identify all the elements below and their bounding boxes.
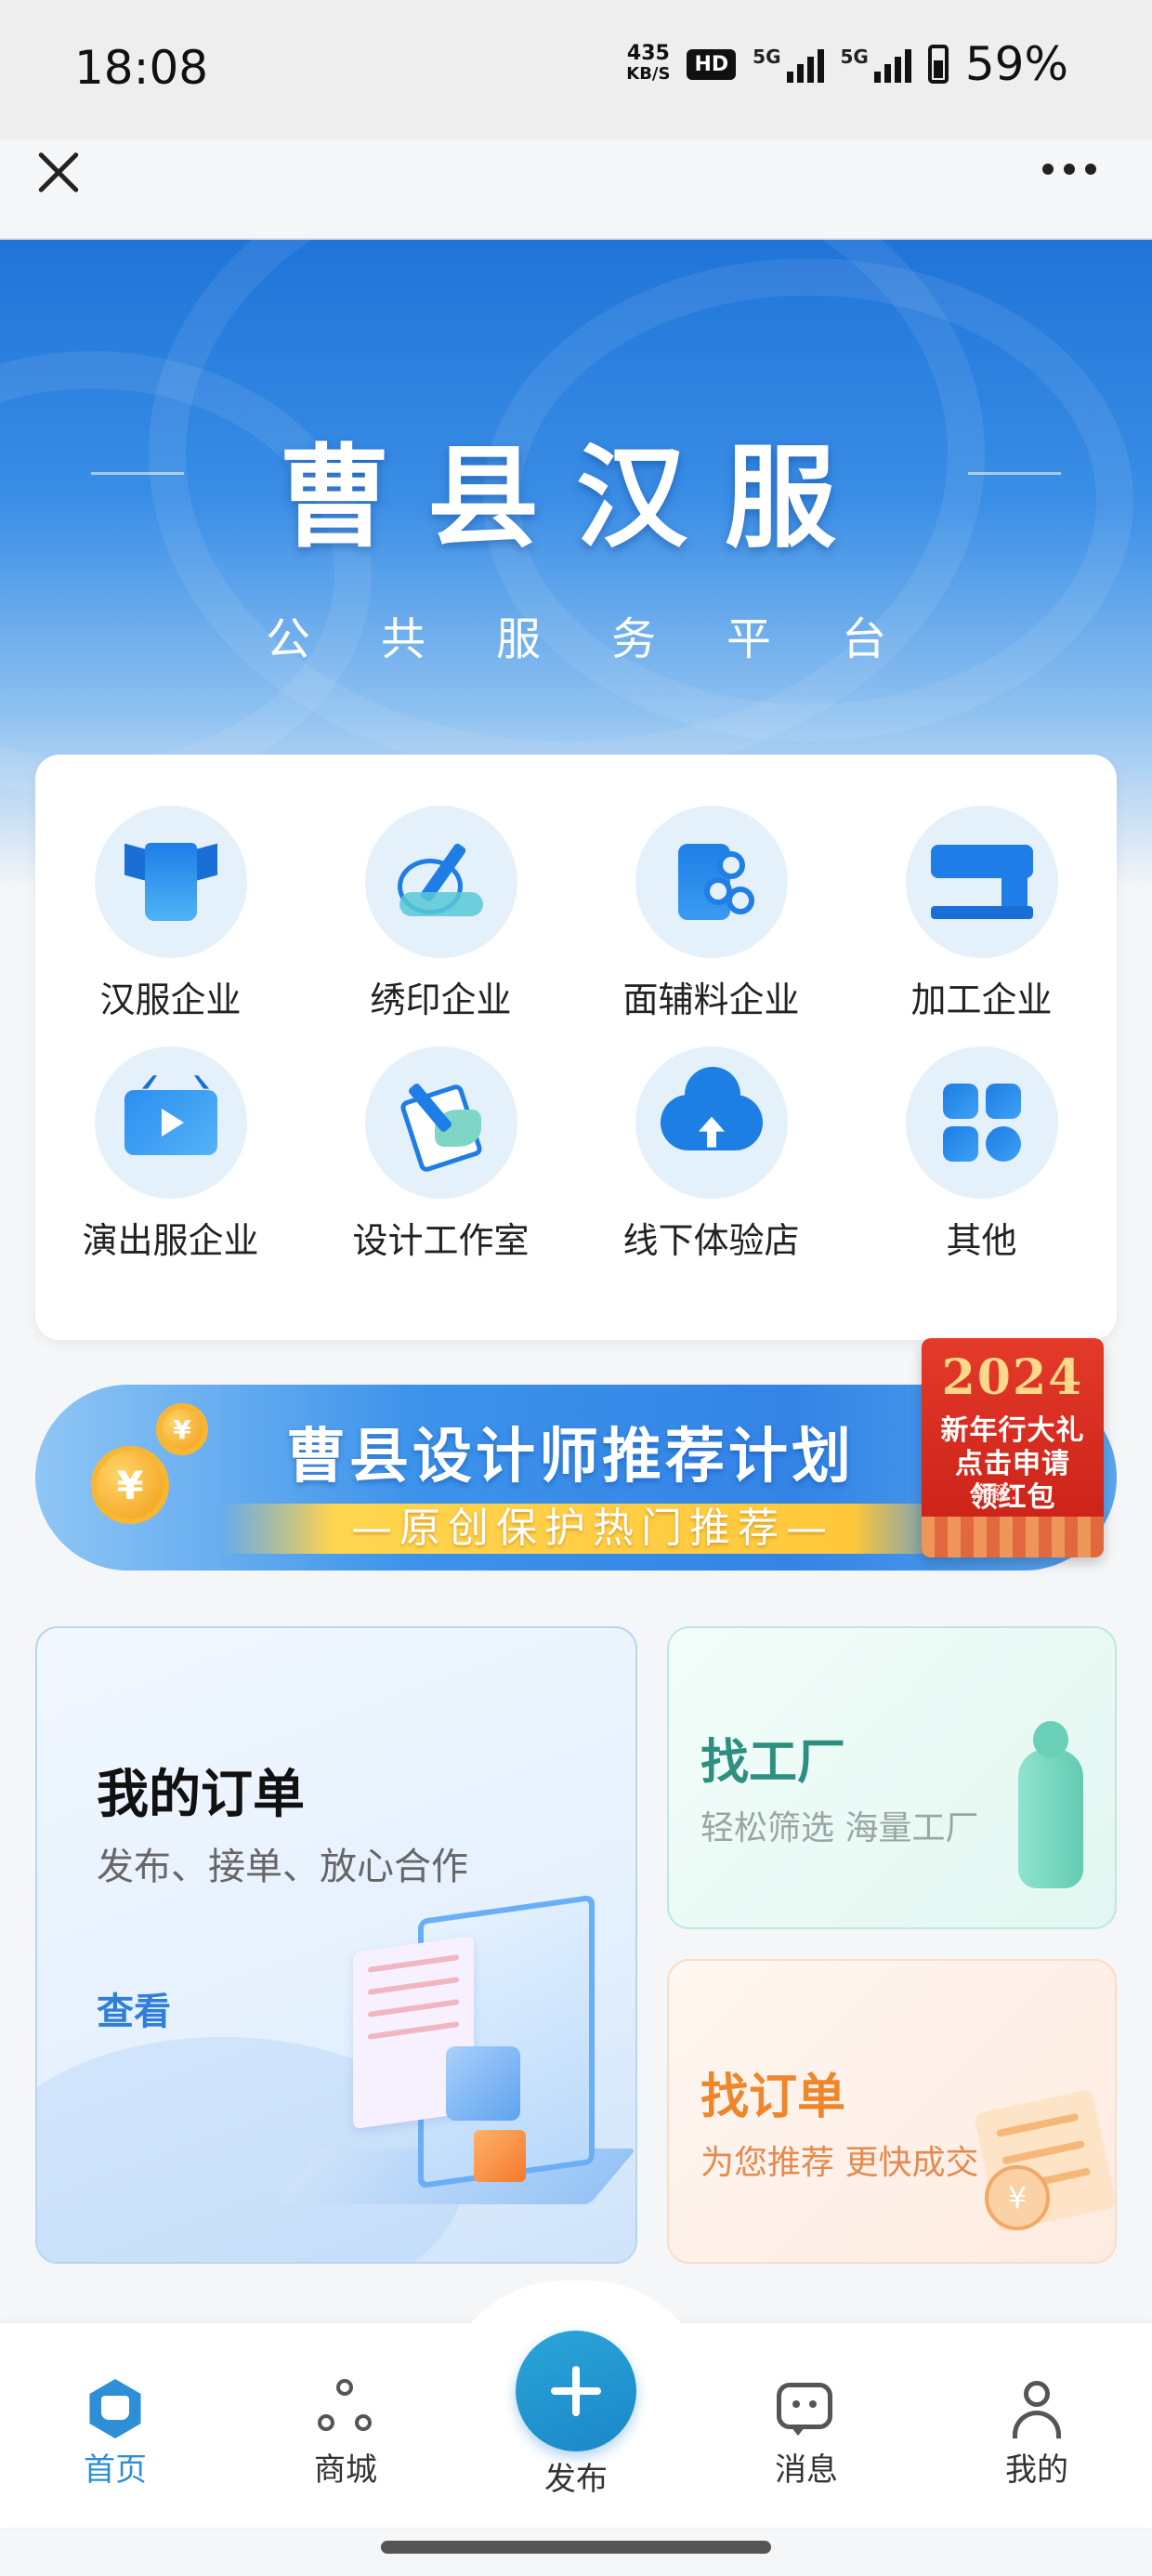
category-fabric[interactable]: 面辅料企业: [576, 806, 846, 1022]
tab-messages[interactable]: 消息: [741, 2379, 871, 2490]
tv-play-icon: [94, 1046, 247, 1199]
fabric-icon: [635, 806, 788, 958]
user-icon: [1007, 2379, 1067, 2438]
category-label: 汉服企业: [99, 979, 242, 1020]
category-card: 汉服企业 绣印企业 面辅料企业 加工企业 演出服企业 设计工作室 线下体验店 其…: [35, 755, 1117, 1340]
tab-mine[interactable]: 我的: [972, 2379, 1102, 2490]
mall-icon: [316, 2379, 375, 2438]
badge-small-text: 余额：: [972, 1481, 1028, 1504]
category-processing[interactable]: 加工企业: [846, 806, 1117, 1022]
status-icons: 435 KB/S HD 5G 5G 59%: [626, 37, 1068, 91]
category-label: 其他: [946, 1220, 1017, 1261]
coin-icon: ¥: [91, 1446, 169, 1524]
tab-label: 我的: [1005, 2451, 1068, 2489]
tab-publish-label[interactable]: 发布: [516, 2453, 636, 2499]
category-label: 绣印企业: [370, 979, 512, 1020]
status-bar: 18:08 435 KB/S HD 5G 5G 59%: [0, 0, 1152, 139]
category-grid: 汉服企业 绣印企业 面辅料企业 加工企业 演出服企业 设计工作室 线下体验店 其…: [35, 806, 1117, 1263]
red-envelope-badge[interactable]: 2024 新年行大礼 点击申请 领红包 余额：: [922, 1338, 1104, 1557]
card-title: 找工厂: [700, 1735, 846, 1791]
sewing-machine-icon: [905, 806, 1058, 958]
category-label: 演出服企业: [82, 1220, 259, 1261]
message-icon: [777, 2379, 836, 2438]
tab-label: 消息: [775, 2451, 838, 2489]
hd-badge: HD: [687, 48, 737, 80]
design-icon: [364, 1046, 517, 1199]
signal-icon: 5G: [753, 46, 824, 83]
promo-subtitle: —原创保护热门推荐—: [351, 1505, 834, 1552]
view-link[interactable]: 查看: [97, 1981, 171, 2035]
battery-icon: [927, 45, 949, 84]
net-speed: 435 KB/S: [626, 42, 671, 85]
box-icon: [474, 2130, 526, 2182]
category-label: 设计工作室: [352, 1220, 530, 1261]
category-costume[interactable]: 演出服企业: [35, 1046, 306, 1263]
grid-icon: [905, 1046, 1058, 1199]
coin-icon: ¥: [985, 2165, 1050, 2230]
promo-title: 曹县设计师推荐计划: [286, 1423, 855, 1492]
category-hanfu[interactable]: 汉服企业: [35, 806, 306, 1022]
publish-plus-icon[interactable]: [516, 2331, 636, 2451]
tab-home[interactable]: 首页: [50, 2379, 180, 2490]
cloud-upload-icon: [635, 1046, 788, 1199]
card-title: 找订单: [700, 2070, 846, 2125]
card-subtitle: 轻松筛选 海量工厂: [700, 1809, 979, 1847]
person-icon: [446, 2046, 520, 2121]
home-indicator[interactable]: [381, 2541, 771, 2554]
card-subtitle: 为您推荐 更快成交: [700, 2144, 979, 2182]
card-title: 我的订单: [97, 1765, 305, 1825]
category-label: 加工企业: [910, 979, 1053, 1020]
home-icon: [85, 2379, 145, 2438]
thread-spool-icon: [1018, 1721, 1083, 1888]
find-orders-card[interactable]: 找订单 为您推荐 更快成交 ¥: [667, 1959, 1117, 2264]
category-other[interactable]: 其他: [846, 1046, 1117, 1263]
find-factory-card[interactable]: 找工厂 轻松筛选 海量工厂: [667, 1626, 1117, 1929]
my-orders-card[interactable]: 我的订单 发布、接单、放心合作 查看: [35, 1626, 637, 2264]
tab-label: 首页: [84, 2451, 147, 2489]
badge-year: 2024: [941, 1349, 1084, 1406]
tab-label: 商城: [314, 2451, 377, 2489]
card-subtitle: 发布、接单、放心合作: [97, 1846, 468, 1888]
badge-decor: [922, 1517, 1104, 1557]
hanfu-robe-icon: [94, 806, 247, 958]
category-label: 线下体验店: [622, 1220, 800, 1261]
category-offline-store[interactable]: 线下体验店: [576, 1046, 846, 1263]
status-time: 18:08: [74, 41, 209, 95]
battery-percent: 59%: [964, 37, 1068, 91]
embroidery-icon: [364, 806, 517, 958]
category-embroidery[interactable]: 绣印企业: [306, 806, 576, 1022]
hero-title: 曹县汉服: [279, 432, 873, 563]
coin-icon: ¥: [156, 1403, 208, 1455]
tab-mall[interactable]: 商城: [281, 2379, 411, 2490]
close-icon[interactable]: [35, 149, 82, 195]
category-design-studio[interactable]: 设计工作室: [306, 1046, 576, 1263]
hero-subtitle: 公共服务平台: [265, 613, 957, 665]
more-options-icon[interactable]: [1042, 164, 1096, 175]
signal-icon: 5G: [841, 46, 911, 83]
category-label: 面辅料企业: [622, 979, 800, 1020]
